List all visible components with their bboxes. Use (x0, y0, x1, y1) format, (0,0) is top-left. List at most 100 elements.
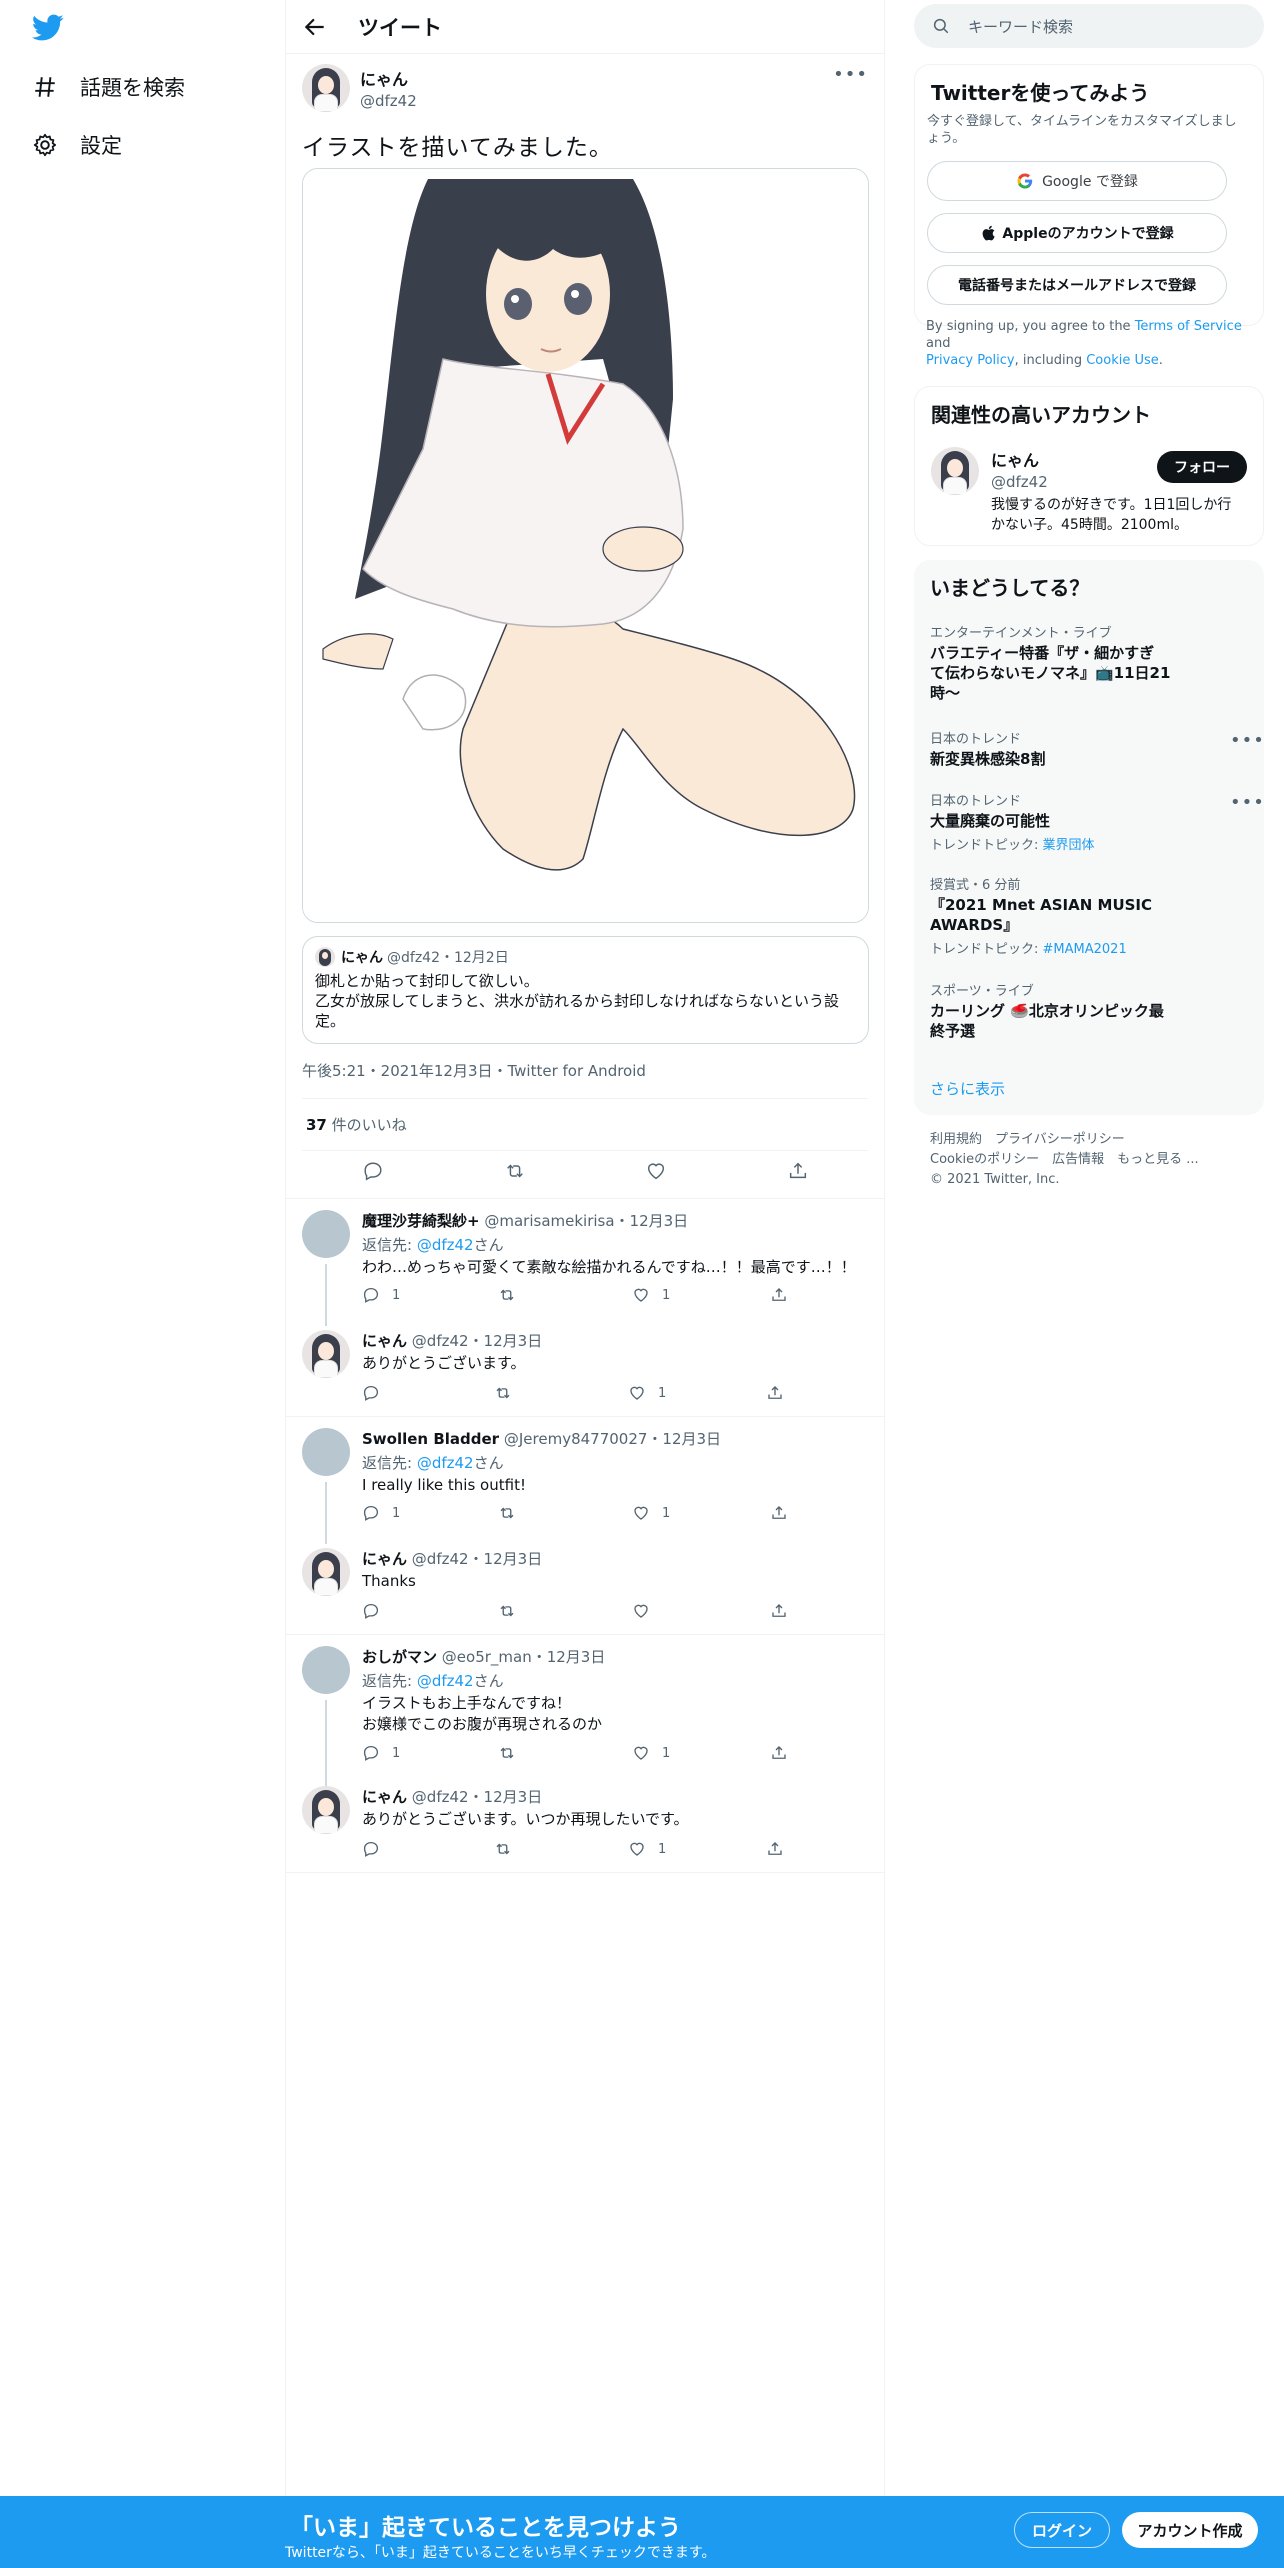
like-icon (630, 1386, 644, 1400)
reply-meta[interactable]: @Jeremy84770027・12月3日 (504, 1430, 721, 1448)
share-button[interactable] (770, 1744, 800, 1762)
tweet-meta[interactable]: 午後5:21・2021年12月3日・Twitter for Android (302, 1060, 646, 1081)
reply-to-handle[interactable]: @dfz42 (417, 1672, 474, 1690)
like-button[interactable] (632, 1602, 662, 1620)
reply-tweet[interactable]: にゃん @dfz42・12月3日 ありがとうございます。 1 (302, 1330, 869, 1410)
retweet-button[interactable] (498, 1286, 528, 1304)
google-signup-button[interactable]: Google で登録 (927, 161, 1227, 201)
retweet-button[interactable] (494, 1384, 524, 1402)
author-handle[interactable]: @dfz42 (360, 92, 417, 110)
trend-more-icon[interactable]: ••• (1230, 792, 1265, 813)
reply-author[interactable]: 魔理沙芽綺梨紗+ (362, 1212, 480, 1230)
reply-meta[interactable]: @dfz42・12月3日 (412, 1332, 542, 1350)
like-icon (634, 1288, 648, 1302)
quote-avatar (315, 947, 335, 967)
reply-icon[interactable] (362, 1160, 384, 1182)
retweet-button[interactable] (498, 1744, 528, 1762)
avatar[interactable] (302, 1646, 350, 1694)
reply-author[interactable]: Swollen Bladder (362, 1430, 499, 1448)
trend-topic-link[interactable]: 業界団体 (1043, 838, 1095, 853)
reply-meta[interactable]: @marisamekirisa・12月3日 (484, 1212, 688, 1230)
reply-icon (363, 1385, 379, 1401)
share-button[interactable] (770, 1286, 800, 1304)
avatar[interactable] (302, 1330, 350, 1378)
share-button[interactable] (766, 1384, 796, 1402)
reply-button[interactable]: 1 (362, 1286, 400, 1304)
footer-line[interactable]: Cookieのポリシー 広告情報 もっと見る ... (930, 1150, 1199, 1170)
nav-explore[interactable]: 話題を検索 (32, 72, 185, 102)
terms-of-service-link[interactable]: Terms of Service (1135, 319, 1242, 334)
trend-item[interactable]: エンターテインメント・ライブ バラエティー特番『ザ・細かすぎ て伝わらないモノマ… (930, 622, 1230, 703)
reply-author[interactable]: にゃん (362, 1788, 407, 1806)
reply-meta[interactable]: @dfz42・12月3日 (412, 1788, 542, 1806)
reply-to-suffix: さん (473, 1454, 504, 1472)
like-icon[interactable] (645, 1160, 667, 1182)
reply-button[interactable] (362, 1384, 392, 1402)
share-button[interactable] (770, 1504, 800, 1522)
reply-to-handle[interactable]: @dfz42 (417, 1454, 474, 1472)
trend-more-icon[interactable]: ••• (1230, 730, 1265, 751)
show-more-link[interactable]: さらに表示 (930, 1078, 1005, 1099)
avatar[interactable] (302, 64, 350, 112)
reply-tweet[interactable]: 魔理沙芽綺梨紗+ @marisamekirisa・12月3日 返信先: @dfz… (302, 1210, 869, 1310)
trend-item[interactable]: 授賞式・6 分前 『2021 Mnet ASIAN MUSIC AWARDS』 … (930, 874, 1230, 957)
reply-tweet[interactable]: Swollen Bladder @Jeremy84770027・12月3日 返信… (302, 1428, 869, 1528)
likes-count[interactable]: 37 件のいいね (306, 1114, 407, 1135)
cookie-use-link[interactable]: Cookie Use (1086, 353, 1159, 368)
back-arrow-icon[interactable] (302, 14, 328, 40)
create-account-button[interactable]: アカウント作成 (1122, 2512, 1258, 2548)
search-input[interactable]: キーワード検索 (914, 4, 1264, 48)
like-button[interactable]: 1 (632, 1504, 670, 1522)
privacy-policy-link[interactable]: Privacy Policy (926, 353, 1015, 368)
share-button[interactable] (770, 1602, 800, 1620)
avatar[interactable] (302, 1210, 350, 1258)
reply-icon (363, 1505, 379, 1521)
reply-to-handle[interactable]: @dfz42 (417, 1236, 474, 1254)
share-icon[interactable] (787, 1160, 809, 1182)
avatar[interactable] (302, 1428, 350, 1476)
tweet-image[interactable] (302, 168, 869, 923)
reply-author[interactable]: にゃん (362, 1550, 407, 1568)
trend-topic-link[interactable]: #MAMA2021 (1043, 942, 1127, 957)
reply-tweet[interactable]: にゃん @dfz42・12月3日 Thanks (302, 1548, 869, 1628)
avatar[interactable] (302, 1548, 350, 1596)
nav-settings[interactable]: 設定 (32, 130, 122, 160)
tweet-author[interactable]: にゃん @dfz42 (302, 64, 417, 112)
reply-actions: 1 1 (362, 1286, 822, 1306)
footer-line[interactable]: 利用規約 プライバシーポリシー (930, 1130, 1199, 1150)
avatar[interactable] (302, 1786, 350, 1834)
trend-item[interactable]: スポーツ・ライブ カーリング 🥌北京オリンピック最 終予選 (930, 980, 1230, 1041)
retweet-button[interactable] (498, 1602, 528, 1620)
follow-button[interactable]: フォロー (1157, 451, 1247, 483)
reply-author[interactable]: にゃん (362, 1332, 407, 1350)
reply-tweet[interactable]: にゃん @dfz42・12月3日 ありがとうございます。いつか再現したいです。 … (302, 1786, 869, 1866)
like-button[interactable]: 1 (632, 1286, 670, 1304)
reply-meta[interactable]: @eo5r_man・12月3日 (442, 1648, 606, 1666)
quote-line: 定。 (315, 1012, 346, 1030)
like-button[interactable]: 1 (632, 1744, 670, 1762)
retweet-button[interactable] (498, 1504, 528, 1522)
reply-tweet[interactable]: おしがマン @eo5r_man・12月3日 返信先: @dfz42さん イラスト… (302, 1646, 869, 1770)
share-button[interactable] (766, 1840, 796, 1858)
login-button[interactable]: ログイン (1014, 2512, 1110, 2548)
apple-signup-button[interactable]: Appleのアカウントで登録 (927, 213, 1227, 253)
avatar[interactable] (931, 447, 979, 495)
trend-item[interactable]: 日本のトレンド 大量廃棄の可能性 トレンドトピック: 業界団体 (930, 790, 1230, 853)
twitter-bird-icon[interactable] (32, 14, 64, 42)
reply-button[interactable]: 1 (362, 1744, 400, 1762)
more-options-icon[interactable]: ••• (833, 64, 868, 85)
like-button[interactable]: 1 (628, 1384, 666, 1402)
reply-button[interactable]: 1 (362, 1504, 400, 1522)
reply-count: 1 (392, 1287, 401, 1303)
reply-meta[interactable]: @dfz42・12月3日 (412, 1550, 542, 1568)
quoted-tweet[interactable]: にゃん @dfz42・12月2日 御札とか貼って封印して欲しい。 乙女が放尿して… (302, 936, 869, 1044)
author-name[interactable]: にゃん (360, 66, 417, 90)
phone-email-signup-button[interactable]: 電話番号またはメールアドレスで登録 (927, 265, 1227, 305)
retweet-icon[interactable] (504, 1160, 526, 1182)
reply-button[interactable] (362, 1602, 392, 1620)
trend-item[interactable]: 日本のトレンド 新変異株感染8割 (930, 728, 1230, 769)
like-button[interactable]: 1 (628, 1840, 666, 1858)
reply-button[interactable] (362, 1840, 392, 1858)
reply-author[interactable]: おしがマン (362, 1648, 437, 1666)
retweet-button[interactable] (494, 1840, 524, 1858)
